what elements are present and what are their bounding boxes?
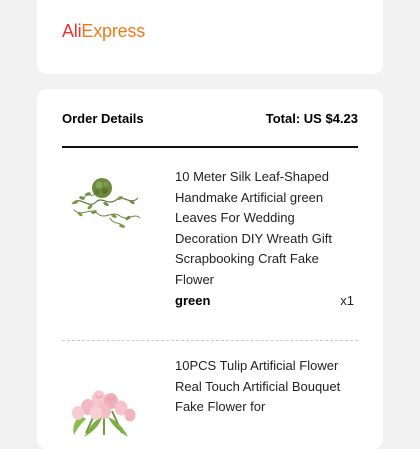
item-title[interactable]: 10 Meter Silk Leaf-Shaped Handmake Artif… — [175, 167, 358, 290]
header-card: AliExpress — [37, 0, 383, 74]
item-quantity: x1 — [340, 293, 354, 308]
leaf-garland-image[interactable] — [66, 160, 142, 236]
order-total: Total: US $4.23 — [265, 111, 358, 126]
order-item[interactable]: 10 Meter Silk Leaf-Shaped Handmake Artif… — [62, 148, 358, 338]
tulip-bouquet-image[interactable] — [66, 361, 142, 437]
logo-part-express: Express — [81, 21, 146, 41]
item-color: green — [175, 293, 211, 308]
logo-part-ali: Ali — [62, 21, 82, 41]
order-details-card: Order Details Total: US $4.23 10 Meter S… — [37, 89, 383, 449]
item-title[interactable]: 10PCS Tulip Artificial Flower Real Touch… — [175, 356, 358, 418]
aliexpress-logo[interactable]: AliExpress — [62, 21, 145, 42]
order-header: Order Details Total: US $4.23 — [62, 111, 358, 127]
item-meta: green x1 — [175, 293, 354, 311]
order-details-title: Order Details — [62, 111, 144, 126]
order-item[interactable]: 10PCS Tulip Artificial Flower Real Touch… — [62, 341, 358, 449]
